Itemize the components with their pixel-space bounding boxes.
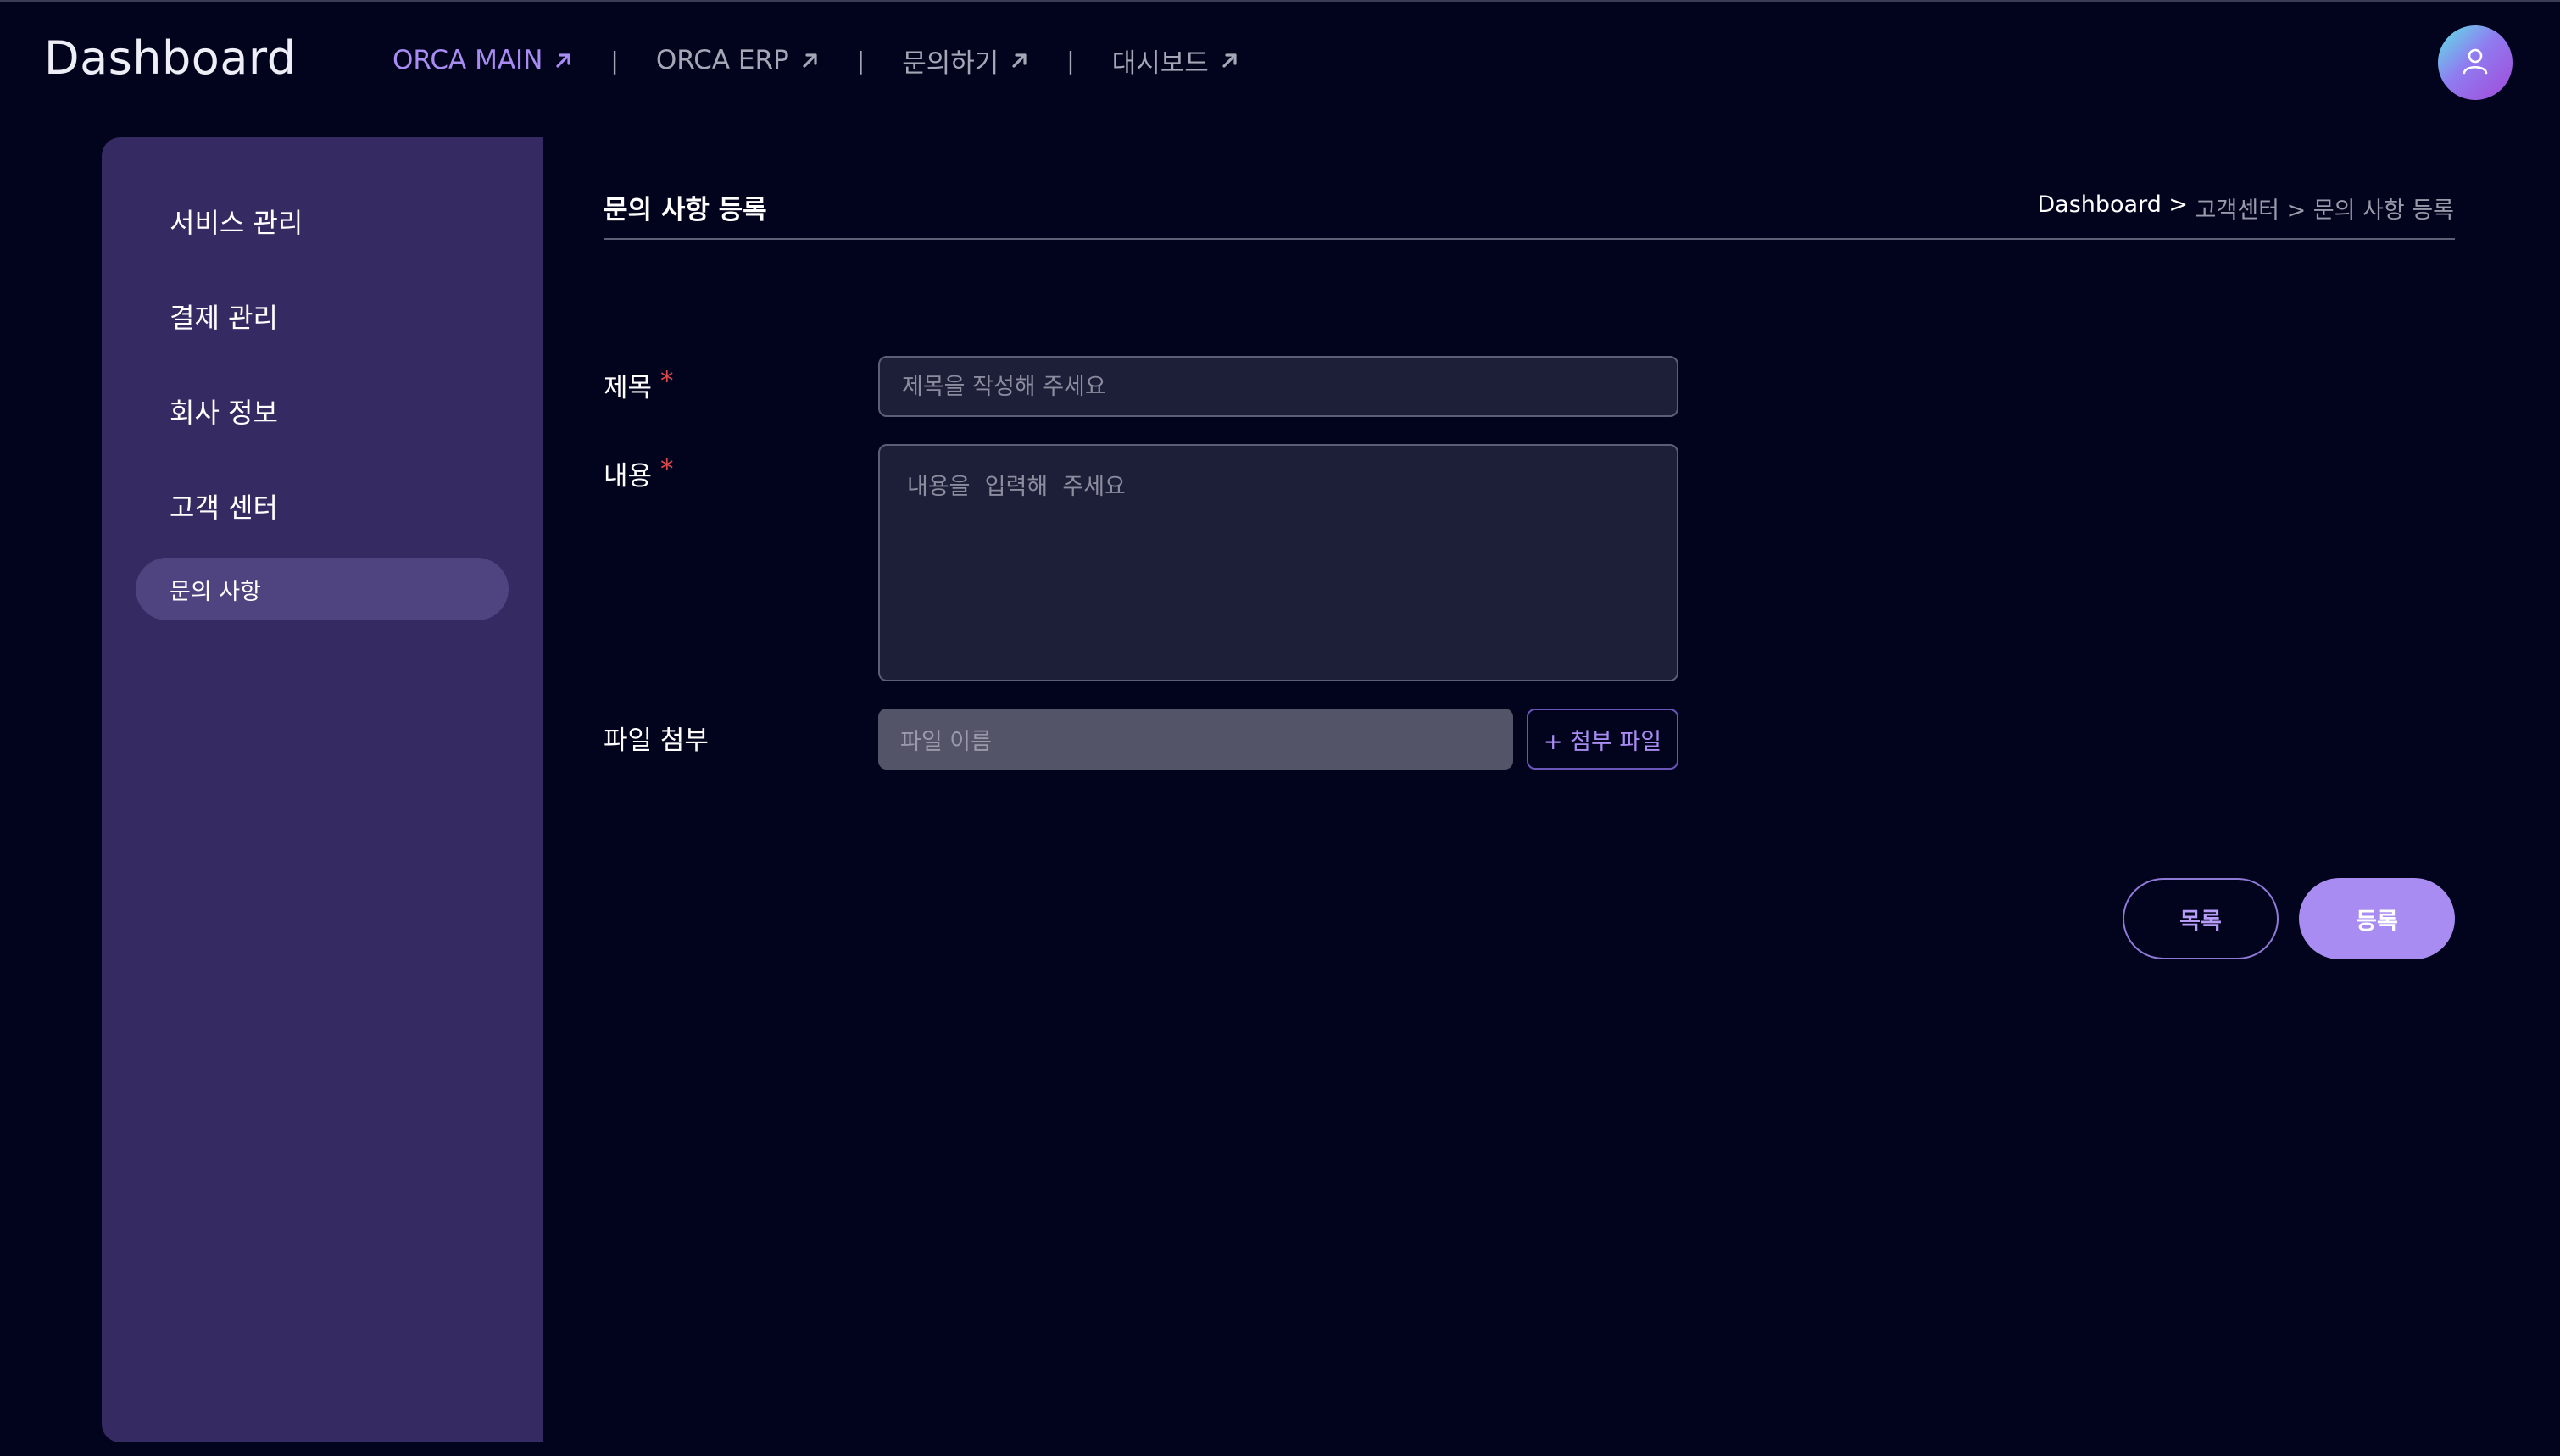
user-icon: [2461, 47, 2490, 79]
required-mark: *: [660, 366, 674, 397]
file-attach-label: 파일 첨부: [604, 725, 709, 756]
nav-link-label: 문의하기: [902, 47, 999, 79]
divider: [604, 238, 2455, 240]
content-field-label: 내용 *: [604, 454, 674, 492]
page-title: 문의 사항 등록: [604, 195, 767, 225]
sidebar-item-company[interactable]: 회사 정보: [170, 392, 278, 431]
title-field-label: 제목 *: [604, 366, 674, 404]
breadcrumb: Dashboard > 고객센터 > 문의 사항 등록: [2037, 192, 2454, 225]
arrow-up-right-icon: [801, 51, 820, 69]
brand-title: Dashboard: [44, 31, 297, 85]
top-border: [0, 0, 2560, 2]
user-avatar-button[interactable]: [2438, 25, 2513, 100]
submit-button[interactable]: 등록: [2299, 878, 2455, 959]
content-label-text: 내용: [604, 461, 653, 492]
nav-link-orca-main[interactable]: ORCA MAIN: [392, 45, 573, 75]
title-input[interactable]: [878, 356, 1678, 417]
nav-link-label: ORCA MAIN: [392, 45, 543, 75]
top-nav: ORCA MAIN | ORCA ERP | 문의하기 | 대시보드: [392, 39, 1239, 81]
nav-link-inquiry[interactable]: 문의하기: [902, 42, 1029, 80]
nav-separator: |: [1066, 46, 1075, 75]
content-textarea[interactable]: [878, 444, 1678, 681]
breadcrumb-path: 고객센터 > 문의 사항 등록: [2188, 197, 2454, 224]
sidebar-item-payment[interactable]: 결제 관리: [170, 297, 278, 336]
arrow-up-right-icon: [1221, 51, 1239, 69]
sidebar-subitem-inquiry[interactable]: 문의 사항: [136, 558, 509, 620]
sidebar-item-customer-center[interactable]: 고객 센터: [170, 486, 278, 525]
sidebar-subitem-label: 문의 사항: [170, 578, 261, 605]
nav-link-label: ORCA ERP: [655, 45, 789, 75]
nav-link-label: 대시보드: [1111, 47, 1209, 79]
nav-separator: |: [610, 46, 619, 75]
sidebar-item-service[interactable]: 서비스 관리: [170, 202, 303, 241]
file-name-display: 파일 이름: [878, 709, 1513, 770]
nav-link-orca-erp[interactable]: ORCA ERP: [656, 45, 820, 75]
sidebar: 서비스 관리 결제 관리 회사 정보 고객 센터 문의 사항: [102, 137, 543, 1442]
breadcrumb-root-link[interactable]: Dashboard >: [2037, 192, 2188, 225]
required-mark: *: [660, 454, 674, 485]
arrow-up-right-icon: [1010, 51, 1029, 69]
arrow-up-right-icon: [554, 51, 573, 69]
list-button[interactable]: 목록: [2123, 878, 2279, 959]
title-label-text: 제목: [604, 373, 653, 403]
file-name-placeholder: 파일 이름: [900, 728, 992, 755]
nav-link-dashboard[interactable]: 대시보드: [1112, 42, 1239, 80]
attach-file-button[interactable]: + 첨부 파일: [1527, 709, 1678, 770]
nav-separator: |: [856, 46, 865, 75]
